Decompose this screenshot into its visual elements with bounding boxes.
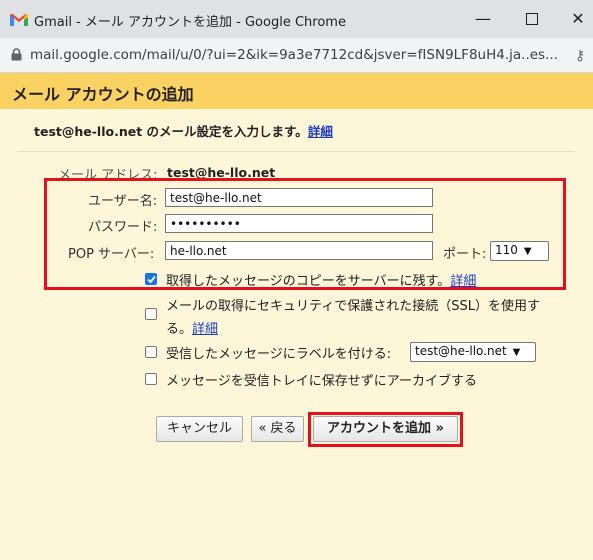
cancel-button[interactable]: キャンセル — [156, 416, 243, 442]
intro-email: test@he-llo.net — [34, 124, 143, 139]
intro-details-link[interactable]: 詳細 — [308, 124, 333, 139]
url-text[interactable]: mail.google.com/mail/u/0/?ui=2&ik=9a3e77… — [30, 47, 558, 63]
chevron-down-icon: ▼ — [512, 347, 521, 358]
dialog-title: メール アカウントの追加 — [12, 85, 194, 104]
close-icon: ✕ — [571, 9, 585, 28]
label-incoming-text: 受信したメッセージにラベルを付ける: — [166, 347, 392, 362]
archive-text: メッセージを受信トレイに保存せずにアーカイブする — [166, 374, 477, 389]
gmail-icon — [10, 13, 28, 26]
window-titlebar: Gmail - メール アカウントを追加 - Google Chrome — ✕ — [0, 0, 593, 38]
maximize-icon — [526, 13, 538, 25]
divider — [18, 151, 574, 152]
dialog-header: メール アカウントの追加 — [0, 73, 593, 109]
lock-icon — [11, 48, 22, 61]
ssl-label-line1: メールの取得にセキュリティで保護された接続（SSL）を使用す — [166, 299, 540, 314]
back-button[interactable]: « 戻る — [251, 416, 304, 442]
intro-text: test@he-llo.net のメール設定を入力します。詳細 — [34, 121, 333, 140]
minimize-icon: — — [475, 9, 491, 28]
archive-checkbox[interactable] — [145, 373, 157, 385]
ssl-details-link[interactable]: 詳細 — [192, 322, 218, 337]
ssl-label-line2: る。詳細 — [166, 318, 218, 337]
label-select-value: test@he-llo.net — [415, 344, 507, 358]
label-select[interactable]: test@he-llo.net ▼ — [410, 342, 536, 362]
highlight-box — [44, 178, 566, 290]
ssl-checkbox[interactable] — [145, 308, 157, 320]
maximize-button[interactable] — [520, 7, 544, 31]
add-account-button[interactable]: アカウントを追加 » — [313, 416, 458, 442]
minimize-button[interactable]: — — [471, 7, 495, 31]
address-bar[interactable]: mail.google.com/mail/u/0/?ui=2&ik=9a3e77… — [0, 38, 593, 73]
close-button[interactable]: ✕ — [566, 7, 590, 31]
ssl-label-line2-text: る。 — [166, 322, 193, 337]
window-title: Gmail - メール アカウントを追加 - Google Chrome — [34, 15, 346, 30]
label-incoming-checkbox[interactable] — [145, 346, 157, 358]
key-icon[interactable]: ⚷ — [575, 48, 585, 64]
intro-message: のメール設定を入力します。 — [142, 124, 308, 139]
dialog-page: メール アカウントの追加 test@he-llo.net のメール設定を入力しま… — [0, 73, 593, 560]
